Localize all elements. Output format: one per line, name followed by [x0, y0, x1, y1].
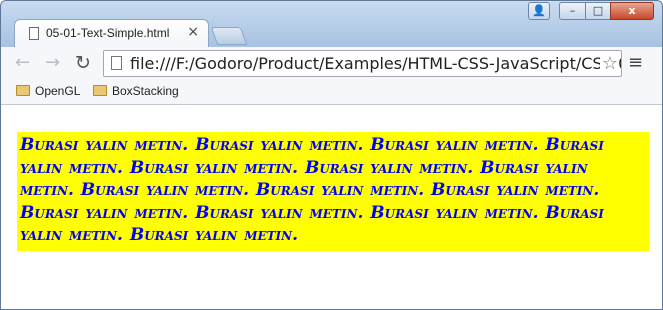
toolbar: ← → ↻ file:///F:/Godoro/Product/Examples… — [1, 47, 662, 80]
title-bar: 05-01-Text-Simple.html × 👤 – □ x — [1, 1, 662, 47]
user-icon[interactable]: 👤 — [528, 2, 550, 20]
tab-title: 05-01-Text-Simple.html — [46, 26, 170, 40]
folder-icon — [93, 85, 107, 96]
bookmark-boxstacking[interactable]: BoxStacking — [93, 84, 179, 98]
browser-window: 05-01-Text-Simple.html × 👤 – □ x ← → ↻ f… — [0, 0, 663, 310]
text-paragraph-box: Burası yalın metin. Burası yalın metin. … — [17, 132, 649, 251]
browser-tab[interactable]: 05-01-Text-Simple.html × — [14, 19, 209, 47]
bookmark-label: OpenGL — [35, 84, 81, 98]
bookmark-star-icon[interactable]: ☆ — [599, 53, 618, 74]
bookmarks-bar: OpenGL BoxStacking — [1, 80, 662, 105]
url-text[interactable]: file:///F:/Godoro/Product/Examples/HTML-… — [130, 54, 621, 73]
minimize-button[interactable]: – — [559, 2, 586, 20]
folder-icon — [16, 85, 30, 96]
reload-icon[interactable]: ↻ — [75, 53, 91, 73]
tab-close-icon[interactable]: × — [187, 24, 199, 40]
close-button[interactable]: x — [610, 2, 654, 20]
paragraph-text: Burası yalın metin. Burası yalın metin. … — [20, 135, 604, 245]
page-icon — [29, 27, 39, 40]
forward-arrow-icon[interactable]: → — [45, 53, 60, 73]
bookmark-label: BoxStacking — [112, 84, 179, 98]
address-bar[interactable]: file:///F:/Godoro/Product/Examples/HTML-… — [103, 50, 622, 77]
menu-icon[interactable]: ≡ — [628, 53, 643, 73]
page-content: Burası yalın metin. Burası yalın metin. … — [1, 105, 662, 309]
maximize-button[interactable]: □ — [585, 2, 611, 20]
back-arrow-icon[interactable]: ← — [15, 53, 30, 73]
new-tab-button[interactable] — [210, 27, 248, 45]
file-icon — [111, 56, 122, 70]
bookmark-opengl[interactable]: OpenGL — [16, 84, 80, 98]
